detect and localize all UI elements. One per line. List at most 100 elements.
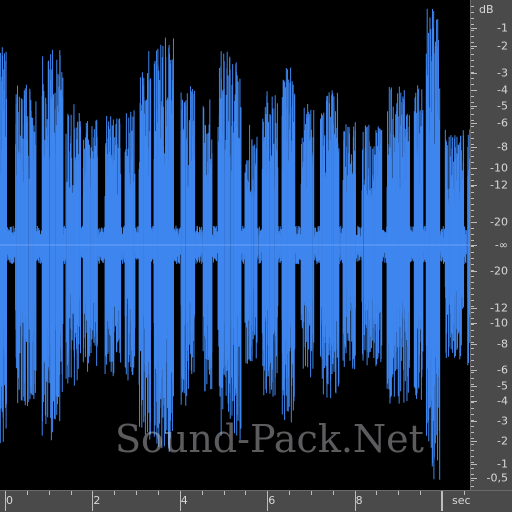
time-minor-tick [245,491,246,495]
db-label: -12 [490,178,508,192]
db-minor-tick [471,480,474,481]
time-minor-tick [114,491,115,495]
time-minor-tick [464,491,465,495]
db-minor-tick [471,468,474,469]
db-minor-tick [471,372,474,373]
db-label: -1 [497,457,508,471]
db-minor-tick [471,18,474,19]
db-minor-tick [471,462,474,463]
db-minor-tick [471,378,474,379]
db-minor-tick [471,156,474,157]
db-unit-label: dB [479,3,494,16]
db-label: -6 [497,116,508,130]
db-minor-tick [471,408,474,409]
db-tick [471,106,477,107]
time-minor-tick [27,491,28,495]
db-minor-tick [471,318,474,319]
time-minor-tick [311,491,312,495]
db-label: -4 [497,83,508,97]
time-unit-label: sec [452,494,471,507]
db-minor-tick [471,24,474,25]
db-minor-tick [471,192,474,193]
db-label: -12 [490,301,508,315]
db-minor-tick [471,264,474,265]
db-minor-tick [471,210,474,211]
time-label: 6 [268,494,276,507]
time-minor-tick [158,491,159,495]
db-minor-tick [471,72,474,73]
db-minor-tick [471,102,474,103]
db-minor-tick [471,42,474,43]
db-minor-tick [471,366,474,367]
db-minor-tick [471,246,474,247]
time-label: 0 [6,494,13,507]
time-minor-tick [136,491,137,495]
db-minor-tick [471,174,474,175]
db-tick [471,370,477,371]
time-major-tick [355,491,356,511]
time-minor-tick [333,491,334,495]
time-major-tick [267,491,268,511]
db-label: -8 [497,140,508,154]
db-label: -1 [497,21,508,35]
db-ruler: dB -1 -2 -3 -4 -5 -6 -8 -10 -12 -20 -∞ -20 -12 -10 -8-… [470,0,512,490]
db-minor-tick [471,282,474,283]
db-minor-tick [471,258,474,259]
db-minor-tick [471,486,474,487]
waveform[interactable] [0,0,470,490]
db-tick [471,344,477,345]
db-minor-tick [471,384,474,385]
db-minor-tick [471,126,474,127]
db-minor-tick [471,402,474,403]
db-minor-tick [471,144,474,145]
db-minor-tick [471,138,474,139]
time-label: 4 [180,494,188,507]
db-minor-tick [471,114,474,115]
db-tick [471,464,477,465]
db-minor-tick [471,390,474,391]
db-minor-tick [471,342,474,343]
db-minor-tick [471,48,474,49]
db-minor-tick [471,78,474,79]
time-major-tick [442,491,443,511]
db-minor-tick [471,150,474,151]
time-minor-tick [420,491,421,495]
db-minor-tick [471,240,474,241]
db-minor-tick [471,60,474,61]
db-minor-tick [471,348,474,349]
db-minor-tick [471,30,474,31]
db-minor-tick [471,474,474,475]
db-minor-tick [471,216,474,217]
db-minor-tick [471,414,474,415]
time-minor-tick [398,491,399,495]
db-tick [471,73,477,74]
db-minor-tick [471,90,474,91]
db-tick [471,421,477,422]
db-minor-tick [471,162,474,163]
db-label: -6 [497,363,508,377]
db-tick [471,123,477,124]
time-major-tick [5,491,6,511]
db-tick [471,386,477,387]
db-label: -2 [497,434,508,448]
db-label: -20 [490,215,508,229]
db-minor-tick [471,198,474,199]
db-minor-tick [471,132,474,133]
time-label: 2 [93,494,101,507]
db-label: -20 [490,264,508,278]
db-minor-tick [471,252,474,253]
waveform-view[interactable] [0,0,470,490]
time-major-tick [180,491,181,511]
time-ruler[interactable]: sec 0 2 4 6 8 [0,490,512,512]
db-tick [471,46,477,47]
db-minor-tick [471,420,474,421]
waveform-samples [0,8,470,480]
db-minor-tick [471,120,474,121]
time-major-tick [92,491,93,511]
db-tick [471,478,477,479]
db-minor-tick [471,312,474,313]
db-label: -10 [490,316,508,330]
db-minor-tick [471,306,474,307]
db-minor-tick [471,234,474,235]
db-minor-tick [471,6,474,7]
